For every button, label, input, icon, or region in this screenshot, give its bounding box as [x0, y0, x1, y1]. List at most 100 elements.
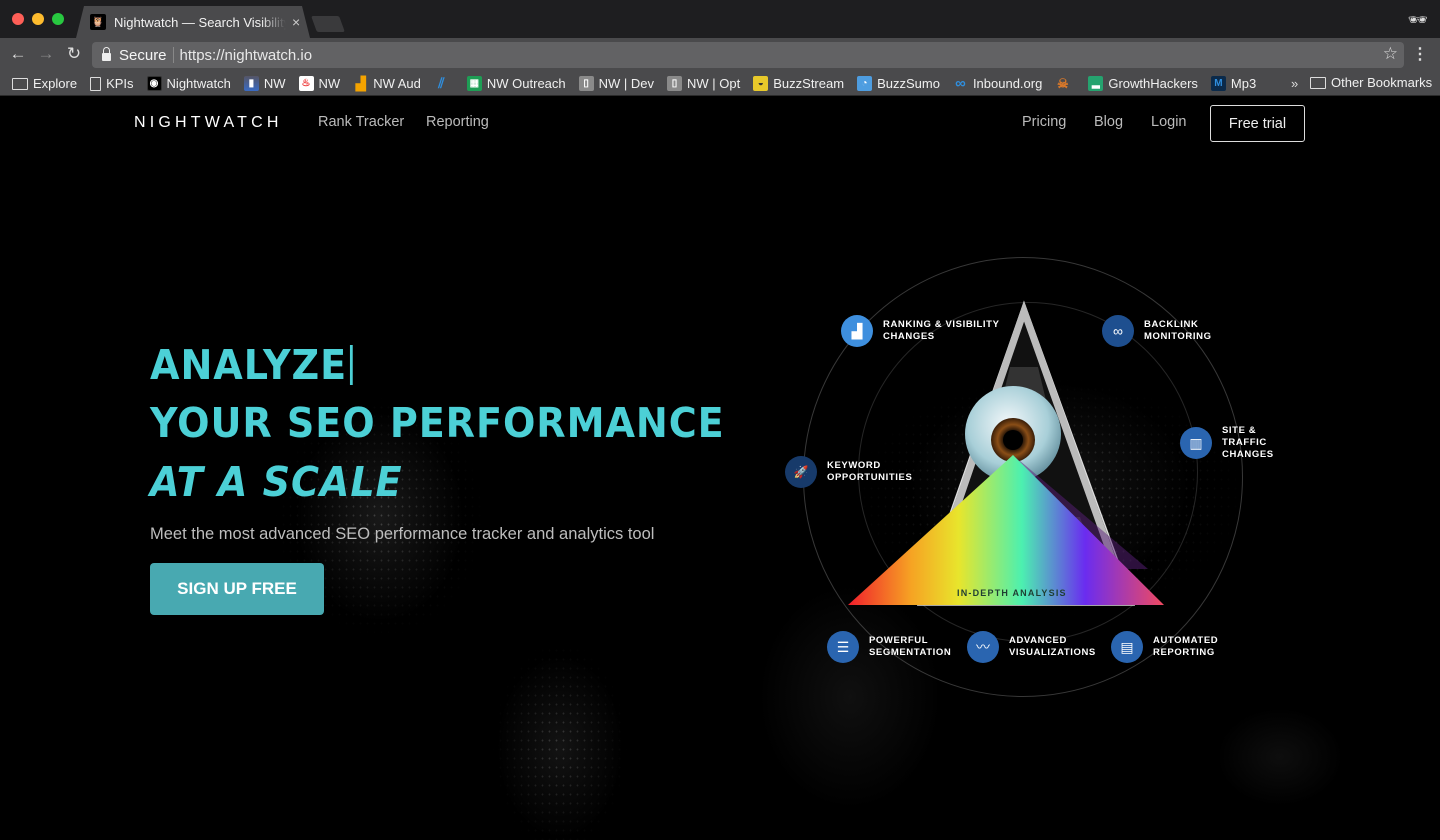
browser-toolbar: ← → ↻ Secure https://nightwatch.io ☆ ⋮ — [0, 38, 1440, 72]
bar-chart-icon: ▥ — [1180, 427, 1212, 459]
other-bookmarks-folder[interactable]: Other Bookmarks — [1310, 75, 1432, 90]
bookmark-nw-1[interactable]: ▮ NW — [243, 76, 286, 91]
features-diagram: IN-DEPTH ANALYSIS ▟ RANKING & VISIBILITY… — [780, 247, 1300, 707]
maximize-window-button[interactable] — [52, 13, 64, 25]
sheets-icon: ▦ — [466, 76, 482, 91]
fire-icon: ♨ — [298, 76, 314, 91]
bookmark-label: NW Aud — [373, 76, 421, 91]
url-text[interactable]: https://nightwatch.io — [180, 47, 313, 64]
bookmark-label: Explore — [33, 76, 78, 91]
feature-keyword-opportunities[interactable]: 🚀 KEYWORD OPPORTUNITIES — [785, 456, 912, 488]
bookmark-label: GrowthHackers — [1108, 76, 1198, 91]
browser-tab-active[interactable]: 🦉 Nightwatch — Search Visibility × — [76, 6, 310, 38]
feature-label: BACKLINK MONITORING — [1144, 319, 1212, 342]
feature-advanced-visualizations[interactable]: 〰 ADVANCED VISUALIZATIONS — [967, 631, 1096, 663]
site-navbar: NIGHTWATCH Rank Tracker Reporting Pricin… — [0, 97, 1440, 152]
webpage: NIGHTWATCH Rank Tracker Reporting Pricin… — [0, 97, 1440, 840]
m-icon: M — [1210, 76, 1226, 91]
bookmark-inbound[interactable]: ∞ Inbound.org — [953, 75, 1043, 92]
bars-icon: ▮ — [243, 76, 259, 91]
bookmark-label: NW — [263, 76, 286, 91]
bookmark-label: Nightwatch — [166, 76, 231, 91]
sign-up-free-button[interactable]: SIGN UP FREE — [150, 563, 324, 615]
nav-rank-tracker[interactable]: Rank Tracker — [318, 114, 404, 130]
feature-label: ADVANCED VISUALIZATIONS — [1009, 635, 1096, 658]
minimize-window-button[interactable] — [32, 13, 44, 25]
bookmark-label: NW Outreach — [486, 76, 566, 91]
free-trial-button[interactable]: Free trial — [1210, 105, 1305, 142]
feature-label: POWERFUL SEGMENTATION — [869, 635, 952, 658]
line-chart-icon: 〰 — [967, 631, 999, 663]
hero-headline-line2: YOUR SEO PERFORMANCE — [150, 399, 725, 447]
area-chart-icon: ▟ — [841, 315, 873, 347]
trello-icon: ▯ — [667, 76, 683, 91]
address-bar[interactable]: Secure https://nightwatch.io ☆ — [92, 42, 1404, 68]
bookmark-label: KPIs — [106, 76, 134, 91]
bookmark-nw-aud[interactable]: ▟ NW Aud — [353, 75, 421, 92]
list-icon: ☰ — [827, 631, 859, 663]
bookmark-nightwatch[interactable]: ◉ Nightwatch — [146, 76, 231, 91]
secure-label: Secure — [119, 46, 167, 64]
nav-blog[interactable]: Blog — [1094, 114, 1123, 130]
bookmark-label: NW | Dev — [598, 76, 655, 91]
folder-icon — [1310, 76, 1326, 89]
nav-pricing[interactable]: Pricing — [1022, 114, 1066, 130]
bookmark-skull[interactable]: ☠ — [1055, 76, 1075, 91]
pupil — [1003, 430, 1023, 450]
nav-login[interactable]: Login — [1151, 114, 1186, 130]
growth-icon: ▂ — [1088, 76, 1104, 91]
document-icon: ▤ — [1111, 631, 1143, 663]
feature-ranking-visibility[interactable]: ▟ RANKING & VISIBILITY CHANGES — [841, 315, 1000, 347]
feature-label: KEYWORD OPPORTUNITIES — [827, 460, 913, 483]
feature-powerful-segmentation[interactable]: ☰ POWERFUL SEGMENTATION — [827, 631, 951, 663]
bookmark-nw-opt[interactable]: ▯ NW | Opt — [667, 76, 740, 91]
bookmark-star-icon[interactable]: ☆ — [1383, 44, 1398, 64]
trello-icon: ▯ — [578, 76, 594, 91]
skull-icon: ☠ — [1057, 75, 1069, 91]
bookmarks-bar: Explore KPIs ◉ Nightwatch ▮ NW ♨ NW ▟ NW Aud… — [0, 72, 1440, 96]
feature-label: RANKING & VISIBILITY CHANGES — [883, 319, 1000, 342]
bookmark-label: BuzzSumo — [877, 76, 940, 91]
stripes-icon: ⫽ — [438, 75, 445, 91]
folder-icon — [12, 77, 28, 90]
other-bookmarks-label: Other Bookmarks — [1331, 75, 1433, 90]
feature-label: SITE & TRAFFIC CHANGES — [1222, 425, 1274, 460]
bookmark-label: Inbound.org — [972, 76, 1043, 91]
bookmark-nw-outreach[interactable]: ▦ NW Outreach — [466, 76, 566, 91]
bookmark-kpis[interactable]: KPIs — [90, 76, 134, 91]
bookmark-nw-dev[interactable]: ▯ NW | Dev — [578, 76, 655, 91]
lock-icon — [102, 47, 111, 61]
browser-menu-icon[interactable]: ⋮ — [1412, 44, 1428, 64]
tab-title: Nightwatch — Search Visibility — [114, 14, 286, 30]
owl-icon: 🦉 — [90, 14, 106, 30]
bookmark-buzzsumo[interactable]: ◔ BuzzSumo — [857, 76, 940, 91]
feature-backlink-monitoring[interactable]: ∞ BACKLINK MONITORING — [1102, 315, 1212, 347]
new-tab-button[interactable] — [311, 16, 345, 32]
bookmark-label: NW — [318, 76, 341, 91]
bookmark-stripes[interactable]: ⫽ — [434, 75, 454, 91]
reload-icon[interactable]: ↻ — [64, 44, 84, 64]
close-window-button[interactable] — [12, 13, 24, 25]
bookmark-nw-2[interactable]: ♨ NW — [298, 76, 341, 91]
bookmark-label: Mp3 — [1230, 76, 1257, 91]
more-bookmarks-chevron-icon[interactable]: » — [1291, 76, 1298, 91]
owl-icon: ◉ — [146, 76, 162, 91]
bookmark-explore[interactable]: Explore — [12, 76, 77, 91]
feature-automated-reporting[interactable]: ▤ AUTOMATED REPORTING — [1111, 631, 1218, 663]
bookmark-buzzstream[interactable]: ◒ BuzzStream — [753, 76, 844, 91]
nav-reporting[interactable]: Reporting — [426, 114, 489, 130]
close-tab-icon[interactable]: × — [292, 14, 300, 30]
link-icon: ∞ — [1102, 315, 1134, 347]
infinity-icon: ∞ — [955, 75, 966, 92]
bookmark-label: BuzzStream — [773, 76, 845, 91]
omnibox-divider — [172, 47, 174, 63]
hero-headline-line3: AT A SCALE — [150, 458, 403, 506]
site-logo[interactable]: NIGHTWATCH — [134, 114, 283, 132]
analytics-icon: ▟ — [355, 75, 366, 91]
back-arrow-icon[interactable]: ← — [8, 44, 28, 64]
feature-site-traffic[interactable]: ▥ SITE & TRAFFIC CHANGES — [1180, 425, 1300, 461]
forward-arrow-icon[interactable]: → — [36, 44, 56, 64]
bookmark-mp3[interactable]: M Mp3 — [1210, 76, 1257, 91]
page-icon — [90, 76, 102, 91]
bookmark-growthhackers[interactable]: ▂ GrowthHackers — [1088, 76, 1198, 91]
